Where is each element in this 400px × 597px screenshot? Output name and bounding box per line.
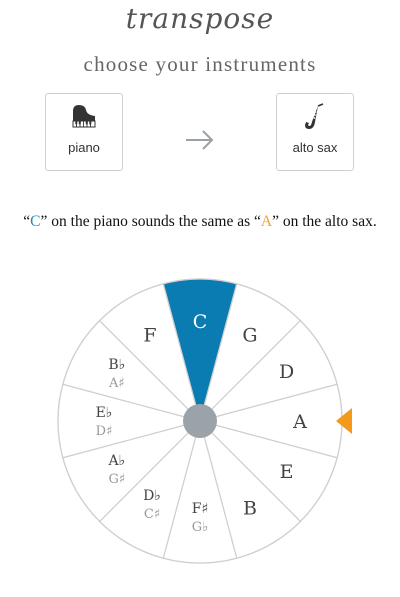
note-label: D xyxy=(279,361,294,383)
note-enharmonic-label: D♯ xyxy=(96,424,113,439)
note-enharmonic-label: C♯ xyxy=(144,507,160,522)
note-label: A♭ xyxy=(108,453,126,469)
note-label: B xyxy=(243,498,257,520)
wheel-hub xyxy=(183,404,217,438)
note-label: A xyxy=(292,411,307,433)
note-label: F♯ xyxy=(192,501,209,517)
circle-of-fifths-wheel: C GD A E B F♯ G♭ D♭ C♯ A♭ G♯ E♭ D♯ B♭ A♯ F xyxy=(57,278,352,564)
note-label: E xyxy=(280,461,294,483)
note-label: F xyxy=(143,324,156,346)
note-label: E♭ xyxy=(96,405,113,421)
note-label: C xyxy=(193,311,208,333)
note-label: D♭ xyxy=(143,488,161,504)
note-label: G xyxy=(242,324,257,346)
note-enharmonic-label: A♯ xyxy=(108,376,125,391)
note-label: B♭ xyxy=(108,357,125,373)
note-enharmonic-label: G♯ xyxy=(109,472,126,487)
note-enharmonic-label: G♭ xyxy=(192,520,209,535)
